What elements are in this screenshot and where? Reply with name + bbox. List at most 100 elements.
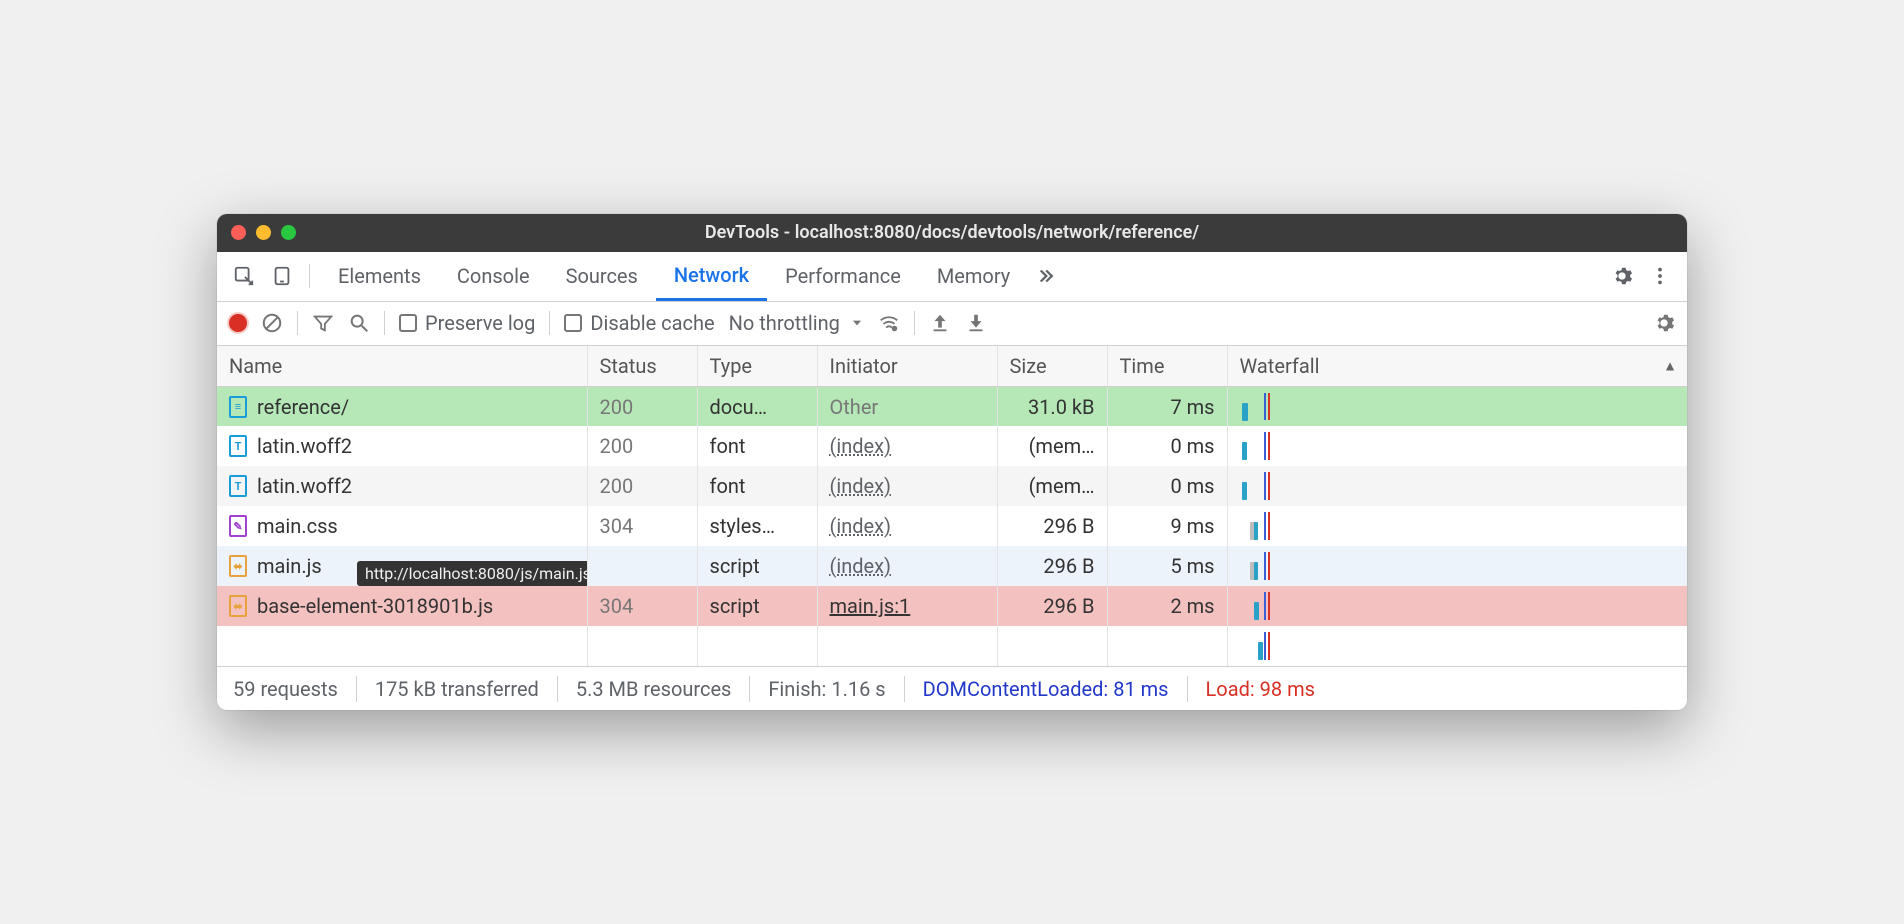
column-header-initiator[interactable]: Initiator bbox=[817, 346, 997, 387]
js-file-icon: ⬌ bbox=[229, 555, 247, 577]
table-row[interactable]: ✎ main.css 304 styles… (index) 296 B 9 m… bbox=[217, 506, 1687, 546]
initiator-link[interactable]: (index) bbox=[830, 554, 892, 578]
status-bar: 59 requests 175 kB transferred 5.3 MB re… bbox=[217, 666, 1687, 710]
initiator-link[interactable]: (index) bbox=[830, 474, 892, 498]
titlebar: DevTools - localhost:8080/docs/devtools/… bbox=[217, 214, 1687, 252]
column-header-status[interactable]: Status bbox=[587, 346, 697, 387]
initiator-text: Other bbox=[830, 395, 879, 419]
table-row[interactable]: T latin.woff2 200 font (index) (mem… 0 m… bbox=[217, 466, 1687, 506]
main-tabbar: ElementsConsoleSourcesNetworkPerformance… bbox=[217, 252, 1687, 302]
status-cell: 200 bbox=[587, 426, 697, 466]
minimize-window-icon[interactable] bbox=[256, 225, 271, 240]
download-har-icon[interactable] bbox=[965, 312, 987, 334]
disable-cache-checkbox[interactable]: Disable cache bbox=[564, 311, 714, 335]
time-cell: 7 ms bbox=[1107, 386, 1227, 426]
status-load: Load: 98 ms bbox=[1206, 677, 1315, 701]
font-file-icon: T bbox=[229, 435, 247, 457]
initiator-link[interactable]: (index) bbox=[830, 434, 892, 458]
size-cell: (mem… bbox=[997, 466, 1107, 506]
status-cell bbox=[587, 546, 697, 586]
kebab-menu-icon[interactable] bbox=[1643, 259, 1677, 293]
table-row bbox=[217, 626, 1687, 666]
time-cell: 2 ms bbox=[1107, 586, 1227, 626]
column-header-time[interactable]: Time bbox=[1107, 346, 1227, 387]
initiator-link[interactable]: main.js:1 bbox=[830, 594, 911, 618]
tab-sources[interactable]: Sources bbox=[548, 251, 656, 301]
status-cell: 304 bbox=[587, 586, 697, 626]
preserve-log-label: Preserve log bbox=[425, 311, 535, 335]
window-traffic-lights[interactable] bbox=[231, 225, 296, 240]
waterfall-cell bbox=[1240, 393, 1676, 421]
size-cell: 296 B bbox=[997, 586, 1107, 626]
time-cell: 0 ms bbox=[1107, 426, 1227, 466]
initiator-link[interactable]: (index) bbox=[830, 514, 892, 538]
inspect-element-icon[interactable] bbox=[227, 259, 261, 293]
filter-icon[interactable] bbox=[312, 312, 334, 334]
tab-memory[interactable]: Memory bbox=[919, 251, 1028, 301]
tab-console[interactable]: Console bbox=[439, 251, 548, 301]
request-name: main.js bbox=[257, 554, 322, 578]
doc-file-icon: ≡ bbox=[229, 396, 247, 418]
time-cell: 9 ms bbox=[1107, 506, 1227, 546]
table-row[interactable]: T latin.woff2 200 font (index) (mem… 0 m… bbox=[217, 426, 1687, 466]
maximize-window-icon[interactable] bbox=[281, 225, 296, 240]
status-cell: 304 bbox=[587, 506, 697, 546]
device-toggle-icon[interactable] bbox=[265, 259, 299, 293]
request-name: latin.woff2 bbox=[257, 434, 352, 458]
tab-elements[interactable]: Elements bbox=[320, 251, 439, 301]
type-cell: styles… bbox=[697, 506, 817, 546]
table-row[interactable]: ⬌ main.js http://localhost:8080/js/main.… bbox=[217, 546, 1687, 586]
search-icon[interactable] bbox=[348, 312, 370, 334]
more-tabs-icon[interactable] bbox=[1032, 259, 1066, 293]
divider bbox=[309, 264, 310, 288]
network-settings-icon[interactable] bbox=[1653, 312, 1675, 334]
type-cell: script bbox=[697, 586, 817, 626]
type-cell: font bbox=[697, 466, 817, 506]
waterfall-cell bbox=[1240, 552, 1676, 580]
table-header-row: Name Status Type Initiator Size Time Wat… bbox=[217, 346, 1687, 387]
preserve-log-checkbox[interactable]: Preserve log bbox=[399, 311, 535, 335]
throttling-select[interactable]: No throttling bbox=[729, 311, 864, 335]
tab-network[interactable]: Network bbox=[656, 251, 767, 301]
status-requests: 59 requests bbox=[233, 677, 338, 701]
request-name: base-element-3018901b.js bbox=[257, 594, 493, 618]
request-name: main.css bbox=[257, 514, 338, 538]
time-cell: 5 ms bbox=[1107, 546, 1227, 586]
js-file-icon: ⬌ bbox=[229, 595, 247, 617]
sort-indicator-icon: ▲ bbox=[1663, 357, 1677, 374]
status-cell: 200 bbox=[587, 466, 697, 506]
time-cell: 0 ms bbox=[1107, 466, 1227, 506]
upload-har-icon[interactable] bbox=[929, 312, 951, 334]
network-toolbar: Preserve log Disable cache No throttling bbox=[217, 302, 1687, 346]
clear-icon[interactable] bbox=[261, 312, 283, 334]
column-header-name[interactable]: Name bbox=[217, 346, 587, 387]
column-header-type[interactable]: Type bbox=[697, 346, 817, 387]
request-name: latin.woff2 bbox=[257, 474, 352, 498]
network-conditions-icon[interactable] bbox=[878, 312, 900, 334]
size-cell: 296 B bbox=[997, 546, 1107, 586]
status-resources: 5.3 MB resources bbox=[576, 677, 732, 701]
size-cell: (mem… bbox=[997, 426, 1107, 466]
status-domcontentloaded: DOMContentLoaded: 81 ms bbox=[923, 677, 1169, 701]
record-button[interactable] bbox=[229, 314, 247, 332]
font-file-icon: T bbox=[229, 475, 247, 497]
type-cell: script bbox=[697, 546, 817, 586]
waterfall-cell bbox=[1240, 432, 1676, 460]
url-tooltip: http://localhost:8080/js/main.js bbox=[357, 561, 587, 586]
tab-performance[interactable]: Performance bbox=[767, 251, 919, 301]
throttling-value: No throttling bbox=[729, 311, 840, 335]
column-header-size[interactable]: Size bbox=[997, 346, 1107, 387]
table-row[interactable]: ≡ reference/ 200 docu… Other 31.0 kB 7 m… bbox=[217, 386, 1687, 426]
status-cell: 200 bbox=[587, 386, 697, 426]
table-row[interactable]: ⬌ base-element-3018901b.js 304 script ma… bbox=[217, 586, 1687, 626]
type-cell: font bbox=[697, 426, 817, 466]
close-window-icon[interactable] bbox=[231, 225, 246, 240]
css-file-icon: ✎ bbox=[229, 515, 247, 537]
window-title: DevTools - localhost:8080/docs/devtools/… bbox=[231, 222, 1673, 243]
column-header-waterfall[interactable]: Waterfall▲ bbox=[1227, 346, 1687, 387]
waterfall-cell bbox=[1240, 632, 1676, 660]
settings-icon[interactable] bbox=[1605, 259, 1639, 293]
waterfall-cell bbox=[1240, 512, 1676, 540]
status-transferred: 175 kB transferred bbox=[375, 677, 539, 701]
dropdown-icon bbox=[850, 316, 864, 330]
